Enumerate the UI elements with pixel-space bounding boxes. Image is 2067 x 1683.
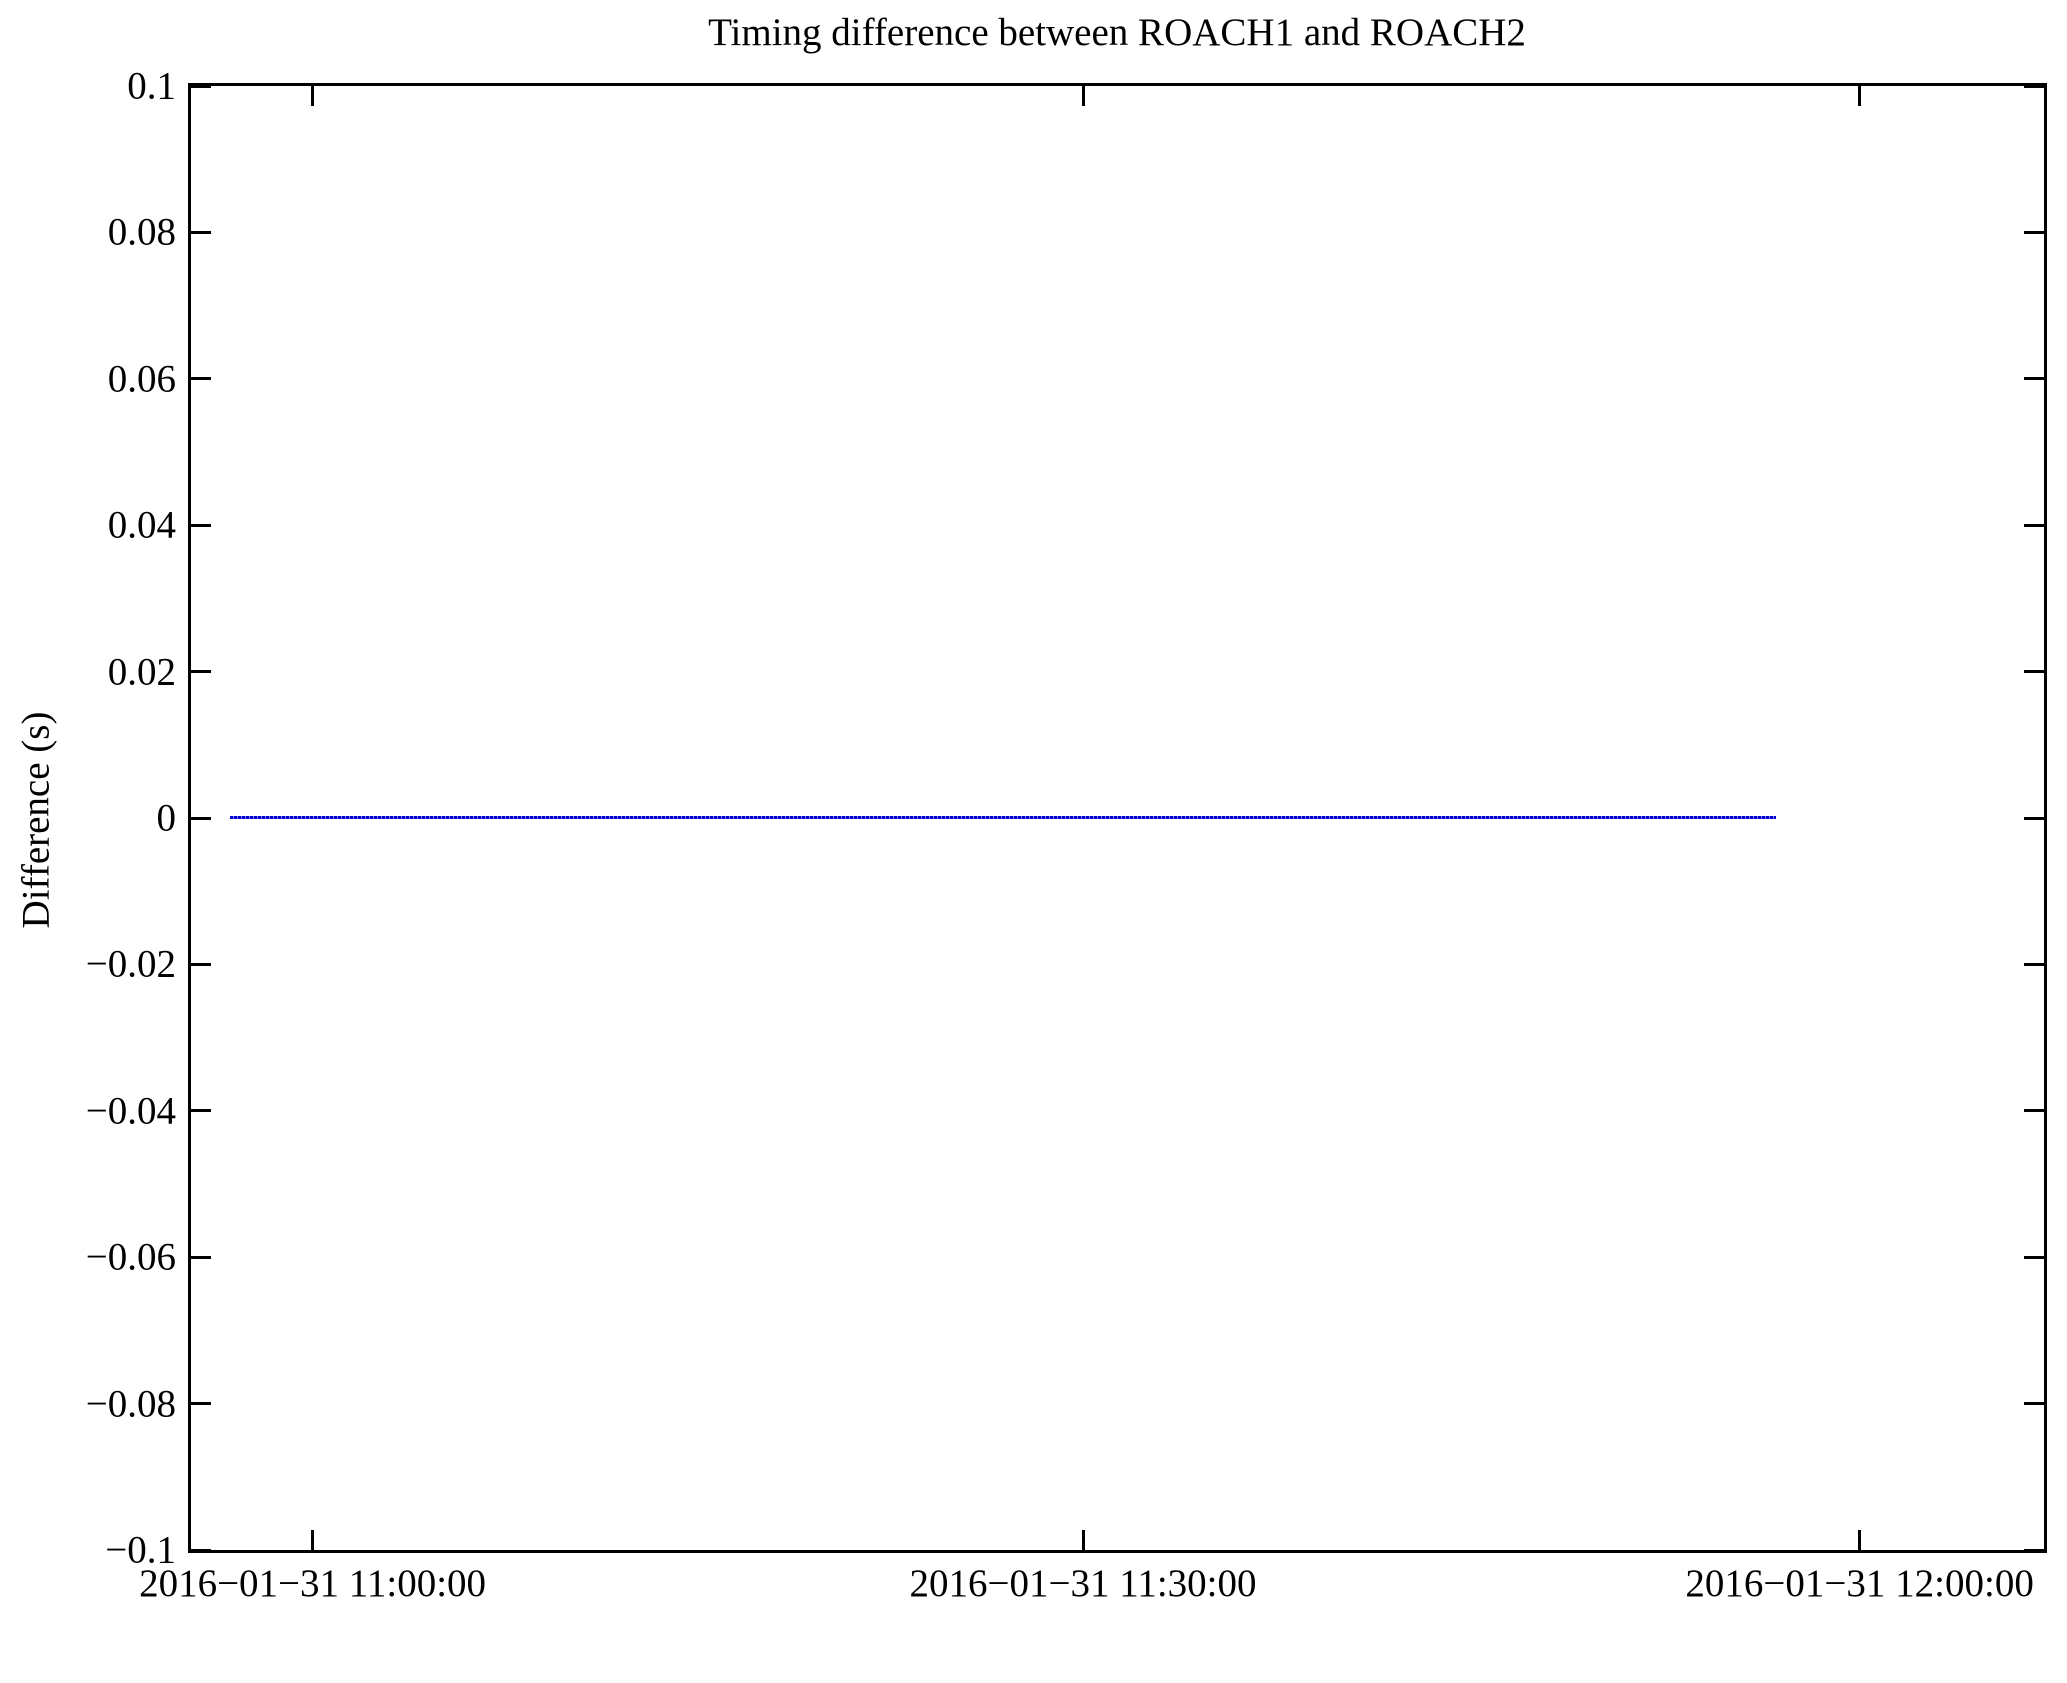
y-tick-mark-left [191, 963, 211, 966]
y-tick-label: 0.02 [0, 652, 176, 691]
x-tick-mark-bottom [1082, 1530, 1085, 1550]
y-tick-label: −0.02 [0, 945, 176, 984]
figure-canvas: Timing difference between ROACH1 and ROA… [0, 0, 2067, 1683]
y-tick-mark-left [191, 670, 211, 673]
x-tick-mark-bottom [311, 1530, 314, 1550]
y-tick-label: 0 [0, 799, 176, 838]
x-tick-label: 2016−01−31 11:30:00 [910, 1562, 1257, 1607]
y-tick-mark-left [191, 85, 211, 88]
y-tick-label: 0.08 [0, 213, 176, 252]
x-tick-mark-top [1082, 86, 1085, 106]
y-tick-label: −0.08 [0, 1384, 176, 1423]
y-tick-mark-left [191, 524, 211, 527]
y-tick-mark-right [2024, 1256, 2044, 1259]
y-tick-mark-left [191, 1549, 211, 1552]
x-tick-label: 2016−01−31 12:00:00 [1685, 1562, 2033, 1607]
y-tick-mark-left [191, 1256, 211, 1259]
y-tick-mark-left [191, 1402, 211, 1405]
y-tick-mark-right [2024, 1402, 2044, 1405]
x-tick-mark-bottom [1858, 1530, 1861, 1550]
y-tick-label: −0.06 [0, 1238, 176, 1277]
y-tick-mark-right [2024, 377, 2044, 380]
y-tick-mark-right [2024, 817, 2044, 820]
plot-area [188, 83, 2047, 1553]
y-tick-label: 0.06 [0, 359, 176, 398]
x-tick-label: 2016−01−31 11:00:00 [139, 1562, 486, 1607]
y-tick-mark-left [191, 1109, 211, 1112]
y-tick-mark-left [191, 817, 211, 820]
x-tick-mark-top [1858, 86, 1861, 106]
y-tick-mark-right [2024, 231, 2044, 234]
y-tick-mark-right [2024, 85, 2044, 88]
y-tick-mark-right [2024, 1549, 2044, 1552]
y-tick-mark-right [2024, 524, 2044, 527]
y-tick-label: 0.1 [0, 67, 176, 106]
y-tick-label: −0.04 [0, 1091, 176, 1130]
x-tick-mark-top [311, 86, 314, 106]
chart-title: Timing difference between ROACH1 and ROA… [708, 10, 1526, 55]
y-tick-mark-left [191, 377, 211, 380]
y-tick-mark-right [2024, 963, 2044, 966]
y-tick-mark-left [191, 231, 211, 234]
y-tick-label: 0.04 [0, 506, 176, 545]
y-tick-mark-right [2024, 1109, 2044, 1112]
y-tick-mark-right [2024, 670, 2044, 673]
timing-difference-line [230, 816, 1776, 819]
